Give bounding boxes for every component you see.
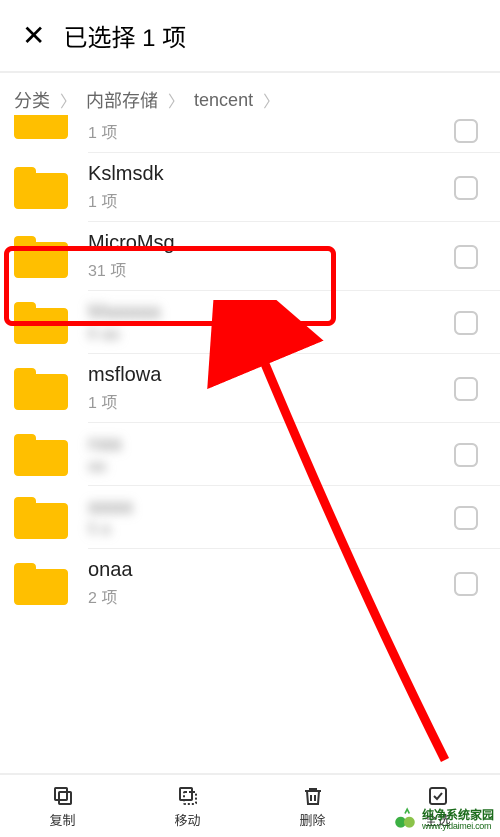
watermark: 纯净系统家园 www.yidaimei.com — [392, 807, 494, 833]
watermark-url: www.yidaimei.com — [422, 822, 494, 831]
folder-icon — [14, 497, 68, 539]
copy-label: 复制 — [49, 810, 75, 829]
checkbox[interactable] — [454, 506, 478, 530]
folder-icon — [14, 167, 68, 209]
breadcrumb-item[interactable]: 内部存储 — [86, 87, 158, 113]
copy-button[interactable]: 复制 — [0, 775, 125, 837]
breadcrumb-item[interactable]: tencent — [194, 90, 253, 111]
folder-icon — [14, 563, 68, 605]
list-item[interactable]: Kslmsdk 1 项 — [0, 153, 500, 222]
folder-name: Maaaaa — [88, 301, 454, 324]
folder-icon — [14, 115, 68, 143]
watermark-logo-icon — [392, 807, 418, 833]
folder-name: msflowa — [88, 364, 454, 387]
trash-icon — [301, 784, 325, 808]
folder-name: naa — [88, 433, 454, 456]
folder-sub: 6 aa — [88, 326, 454, 344]
checkbox[interactable] — [454, 443, 478, 467]
folder-icon — [14, 368, 68, 410]
list-item[interactable]: MicroMsg 31 项 — [0, 222, 500, 291]
folder-list: 1 项 Kslmsdk 1 项 MicroMsg 31 项 Maaaaa 6 a… — [0, 119, 500, 618]
selection-header: ✕ 已选择 1 项 — [0, 0, 500, 73]
move-icon — [176, 784, 200, 808]
checkbox[interactable] — [454, 572, 478, 596]
folder-name: onaa — [88, 559, 454, 582]
list-item[interactable]: 1 项 — [0, 119, 500, 153]
checkbox[interactable] — [454, 176, 478, 200]
folder-sub: 1 项 — [88, 389, 454, 413]
move-button[interactable]: 移动 — [125, 775, 250, 837]
delete-label: 删除 — [299, 810, 325, 829]
checkbox[interactable] — [454, 245, 478, 269]
folder-sub: 1 项 — [88, 119, 454, 143]
checkbox[interactable] — [454, 377, 478, 401]
select-all-icon — [426, 784, 450, 808]
folder-sub: 1 项 — [88, 188, 454, 212]
breadcrumb-item[interactable]: 分类 — [14, 87, 50, 113]
folder-name: MicroMsg — [88, 232, 454, 255]
list-item[interactable]: naa aa — [0, 423, 500, 486]
list-item[interactable]: Maaaaa 6 aa — [0, 291, 500, 354]
folder-sub: aa — [88, 458, 454, 476]
breadcrumb: 分类 〉 内部存储 〉 tencent 〉 — [0, 73, 500, 119]
folder-name: aaaa — [88, 496, 454, 519]
folder-sub: 31 项 — [88, 257, 454, 281]
watermark-title: 纯净系统家园 — [422, 809, 494, 822]
folder-icon — [14, 434, 68, 476]
folder-sub: 2 项 — [88, 584, 454, 608]
delete-button[interactable]: 删除 — [250, 775, 375, 837]
folder-icon — [14, 236, 68, 278]
close-icon[interactable]: ✕ — [22, 22, 45, 50]
copy-icon — [51, 784, 75, 808]
chevron-right-icon: 〉 — [263, 88, 279, 112]
checkbox[interactable] — [454, 119, 478, 143]
chevron-right-icon: 〉 — [168, 88, 184, 112]
list-item[interactable]: onaa 2 项 — [0, 549, 500, 618]
chevron-right-icon: 〉 — [60, 88, 76, 112]
list-item[interactable]: aaaa 5 a — [0, 486, 500, 549]
folder-name: Kslmsdk — [88, 163, 454, 186]
folder-icon — [14, 302, 68, 344]
checkbox[interactable] — [454, 311, 478, 335]
move-label: 移动 — [174, 810, 200, 829]
list-item[interactable]: msflowa 1 项 — [0, 354, 500, 423]
folder-sub: 5 a — [88, 521, 454, 539]
header-title: 已选择 1 项 — [63, 18, 186, 53]
